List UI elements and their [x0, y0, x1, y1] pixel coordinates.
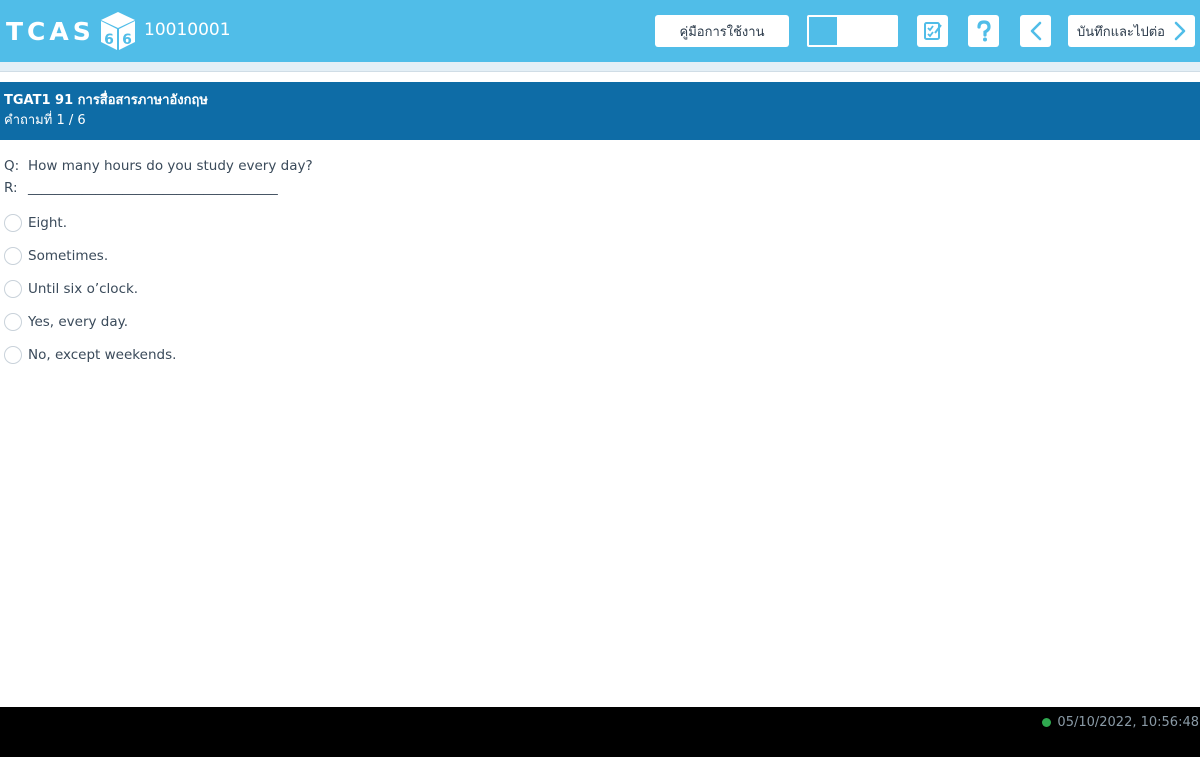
- question-text: How many hours do you study every day?: [28, 158, 313, 174]
- question-tag: Q:: [4, 158, 20, 174]
- exam-id: 10010001: [144, 20, 231, 40]
- option-label: Eight.: [28, 214, 67, 231]
- option-label: Sometimes.: [28, 247, 109, 264]
- answer-option-5[interactable]: No, except weekends.: [4, 338, 176, 371]
- answer-option-2[interactable]: Sometimes.: [4, 239, 176, 272]
- option-label: Until six o’clock.: [28, 280, 139, 297]
- radio-button[interactable]: [4, 246, 22, 265]
- save-and-next-button[interactable]: บันทึกและไปต่อ: [1068, 15, 1195, 47]
- layout-toggle-group: [807, 15, 898, 47]
- checklist-icon: [923, 22, 942, 40]
- layout-option-3[interactable]: [868, 17, 897, 45]
- datetime-display: 05/10/2022, 10:56:48: [1057, 715, 1199, 730]
- user-manual-button[interactable]: คู่มือการใช้งาน: [655, 15, 789, 47]
- footer-bar: 05/10/2022, 10:56:48: [0, 707, 1200, 757]
- online-status-icon: [1042, 718, 1052, 727]
- layout-option-2[interactable]: [838, 17, 869, 45]
- answer-option-4[interactable]: Yes, every day.: [4, 305, 176, 338]
- review-checklist-button[interactable]: [917, 15, 948, 47]
- logo-cube-icon: 6 6: [100, 12, 135, 50]
- layout-option-1[interactable]: [809, 17, 839, 45]
- save-and-next-label: บันทึกและไปต่อ: [1077, 24, 1165, 40]
- previous-button[interactable]: [1020, 15, 1051, 47]
- chevron-left-icon: [1030, 21, 1041, 41]
- response-tag: R:: [4, 180, 18, 196]
- radio-button[interactable]: [4, 279, 22, 298]
- top-header: TCAS 6 6 10010001 คู่มือการใช้งาน บันทึก…: [0, 0, 1200, 62]
- radio-button[interactable]: [4, 213, 22, 232]
- subject-title: TGAT1 91 การสื่อสารภาษาอังกฤษ: [4, 93, 208, 108]
- response-blank: _____________________________________: [28, 180, 278, 196]
- question-block: Q: How many hours do you study every day…: [4, 155, 313, 199]
- radio-button[interactable]: [4, 312, 22, 331]
- option-label: Yes, every day.: [28, 313, 129, 330]
- help-icon: [976, 20, 991, 42]
- response-row: R: _____________________________________: [4, 177, 313, 199]
- svg-text:6: 6: [122, 32, 132, 48]
- answer-option-3[interactable]: Until six o’clock.: [4, 272, 176, 305]
- section-header: TGAT1 91 การสื่อสารภาษาอังกฤษ คำถามที่ 1…: [0, 82, 1200, 140]
- chevron-right-icon: [1174, 21, 1186, 41]
- tcas-logo: TCAS 6 6: [6, 10, 137, 52]
- logo-text: TCAS: [6, 16, 95, 46]
- option-label: No, except weekends.: [28, 346, 177, 363]
- header-divider-strip: [0, 62, 1200, 72]
- help-button[interactable]: [968, 15, 999, 47]
- question-counter: คำถามที่ 1 / 6: [4, 113, 86, 128]
- connection-status: 05/10/2022, 10:56:48: [1042, 715, 1199, 730]
- answer-option-1[interactable]: Eight.: [4, 206, 176, 239]
- radio-button[interactable]: [4, 345, 22, 364]
- svg-text:6: 6: [104, 32, 114, 48]
- answer-options: Eight. Sometimes. Until six o’clock. Yes…: [4, 206, 176, 371]
- question-row: Q: How many hours do you study every day…: [4, 155, 313, 177]
